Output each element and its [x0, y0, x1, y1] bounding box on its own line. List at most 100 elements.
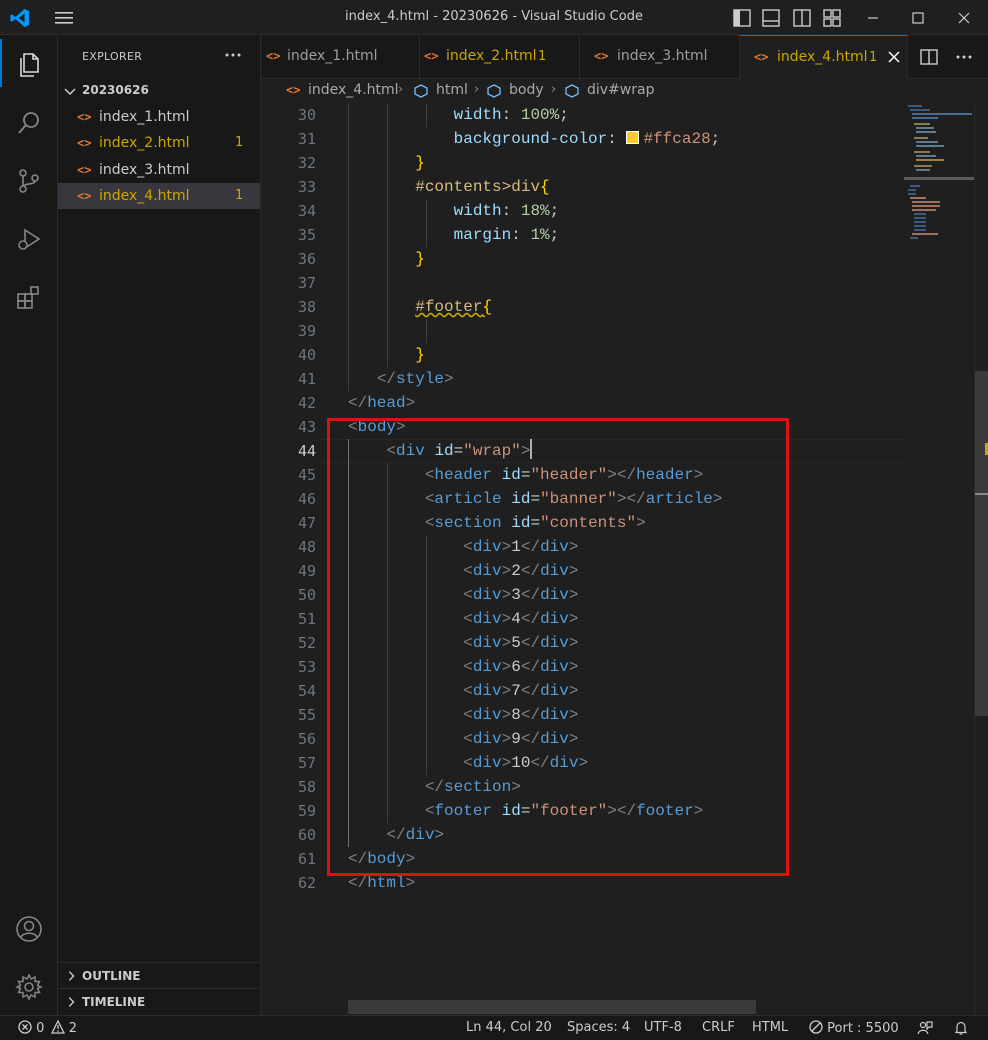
minimap[interactable] [904, 103, 974, 303]
minimap-line [914, 123, 930, 125]
tab-index-3[interactable]: <> index_3.html [580, 35, 740, 79]
vertical-scrollbar[interactable] [974, 103, 988, 1015]
minimap-line [910, 109, 930, 111]
code-line: <div>8</div> [348, 703, 578, 727]
breadcrumb-item[interactable]: body [509, 82, 544, 98]
indentation-status[interactable]: Spaces: 4 [567, 1020, 630, 1035]
attribute-name: id [501, 466, 521, 484]
tag-bracket: </ [520, 634, 541, 652]
line-number: 55 [297, 706, 316, 724]
tag-bracket: < [463, 754, 473, 772]
activity-manage[interactable] [0, 961, 58, 1009]
timeline-section[interactable]: TIMELINE [58, 988, 260, 1014]
minimap-line [916, 145, 944, 147]
file-item[interactable]: <> index_3.html [58, 157, 260, 183]
html-file-icon: <> [77, 110, 92, 124]
code-line: width: 18%; [348, 199, 560, 223]
tag-name: header [434, 466, 493, 484]
tab-label: index_1.html [287, 48, 378, 64]
close-icon[interactable] [953, 7, 975, 29]
tag-name: div [472, 562, 502, 580]
code-editor[interactable]: 30 31 32 33 34 35 36 37 38 39 40 41 42 4… [262, 103, 988, 1015]
punctuation: ; [549, 226, 560, 244]
tag-bracket: > [568, 538, 579, 556]
code-line: <article id="banner"></article> [348, 487, 723, 511]
feedback-icon[interactable] [917, 1020, 933, 1036]
file-name: index_3.html [99, 162, 190, 178]
encoding-status[interactable]: UTF-8 [644, 1020, 682, 1035]
more-actions-icon[interactable] [222, 45, 244, 65]
outline-section[interactable]: OUTLINE [58, 962, 260, 988]
minimap-line [912, 113, 972, 115]
eol-status[interactable]: CRLF [702, 1020, 735, 1035]
live-server-port-status[interactable]: Port : 5500 [809, 1020, 899, 1036]
scrollbar-thumb[interactable] [975, 371, 988, 716]
breadcrumb-item[interactable]: html [436, 82, 468, 98]
code-line: <div>4</div> [348, 607, 578, 631]
tag-name: div [405, 826, 435, 844]
editor-tabs: <> index_1.html <> index_2.html 1 <> ind… [262, 35, 988, 79]
code-line: </html> [348, 871, 415, 895]
tag-bracket: < [463, 562, 473, 580]
activity-extensions[interactable] [0, 271, 58, 319]
tag-name: div [472, 610, 502, 628]
toggle-secondary-sidebar-icon[interactable] [791, 7, 813, 29]
tag-name: body [367, 850, 406, 868]
minimap-line [908, 193, 916, 195]
activity-run-debug[interactable] [0, 213, 58, 261]
punctuation: = [530, 490, 541, 508]
code-line: <div>10</div> [348, 751, 588, 775]
breadcrumb-item[interactable]: div#wrap [587, 82, 654, 98]
html-file-icon: <> [77, 136, 92, 150]
file-item-selected[interactable]: <> index_4.html 1 [58, 183, 260, 209]
language-mode-status[interactable]: HTML [752, 1020, 788, 1035]
tag-bracket: < [463, 634, 473, 652]
bell-icon[interactable] [953, 1020, 969, 1036]
file-item[interactable]: <> index_2.html 1 [58, 130, 260, 156]
activity-search[interactable] [0, 97, 58, 145]
horizontal-scrollbar-thumb[interactable] [348, 1000, 756, 1014]
explorer-sidebar: EXPLORER 20230626 <> index_1.html <> ind… [58, 35, 261, 1015]
line-number: 54 [297, 682, 316, 700]
split-editor-icon[interactable] [919, 47, 939, 67]
activity-explorer[interactable] [0, 39, 58, 87]
minimap-line [910, 197, 926, 199]
warning-count: 2 [68, 1021, 77, 1036]
activity-accounts[interactable] [0, 903, 58, 951]
tag-bracket: > [396, 418, 406, 436]
toggle-panel-icon[interactable] [760, 7, 782, 29]
code-line: } [348, 247, 425, 271]
maximize-icon[interactable] [907, 7, 929, 29]
minimap-line [912, 233, 938, 235]
close-icon[interactable] [885, 48, 903, 66]
folder-20230626[interactable]: 20230626 [58, 79, 260, 101]
file-item[interactable]: <> index_1.html [58, 104, 260, 130]
tag-bracket: < [463, 682, 473, 700]
breadcrumb-file[interactable]: index_4.html [308, 82, 399, 98]
problems-status[interactable]: 0 2 [18, 1019, 77, 1036]
more-actions-icon[interactable] [952, 47, 976, 67]
tab-index-4-active[interactable]: <> index_4.html 1 [740, 35, 908, 79]
brace: { [540, 178, 550, 196]
minimap-line [910, 237, 918, 239]
minimap-current-line [904, 177, 974, 180]
tab-label: index_4.html [777, 49, 868, 65]
tag-bracket: > [405, 874, 416, 892]
html-file-icon: <> [266, 49, 281, 63]
minimap-line [914, 221, 926, 223]
css-selector: #contents>div [415, 178, 541, 196]
color-swatch[interactable] [626, 131, 640, 144]
punctuation: ; [559, 106, 569, 124]
problem-count-badge: 1 [235, 188, 244, 203]
line-number: 45 [297, 466, 316, 484]
customize-layout-icon[interactable] [821, 7, 843, 29]
tab-index-1[interactable]: <> index_1.html [262, 35, 420, 79]
menu-icon[interactable] [52, 8, 76, 28]
minimize-icon[interactable] [862, 7, 884, 29]
toggle-sidebar-icon[interactable] [731, 7, 753, 29]
tag-name: div [472, 658, 502, 676]
tab-index-2[interactable]: <> index_2.html 1 [420, 35, 580, 79]
cursor-position-status[interactable]: Ln 44, Col 20 [466, 1020, 552, 1035]
text-content: 9 [511, 730, 521, 748]
activity-source-control[interactable] [0, 155, 58, 203]
